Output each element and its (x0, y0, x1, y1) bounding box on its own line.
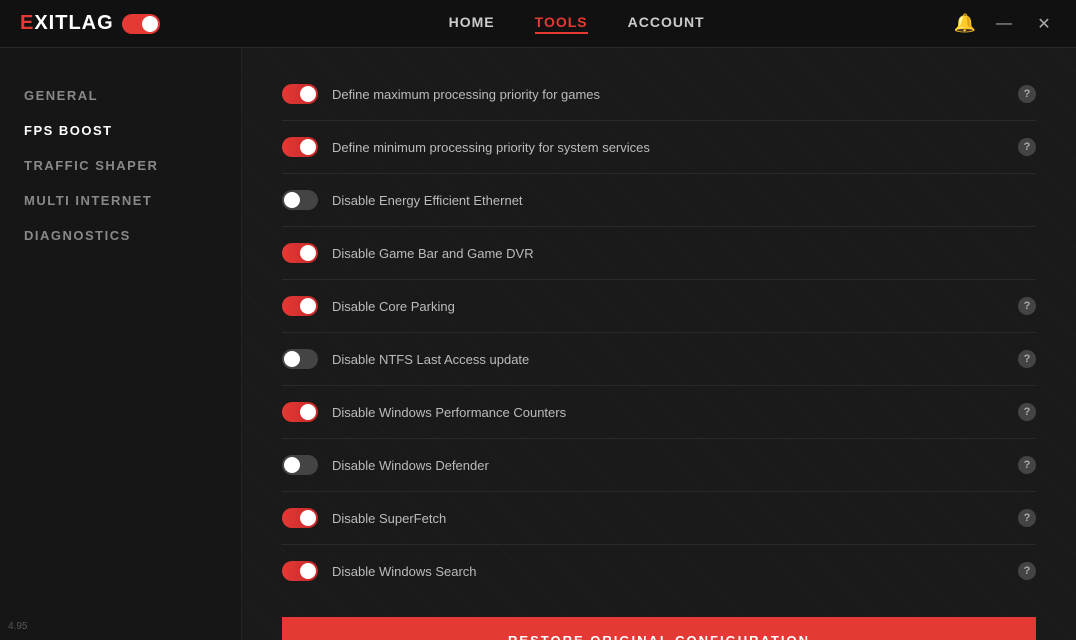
help-icon-6[interactable]: ? (1018, 403, 1036, 421)
sidebar-item-diagnostics[interactable]: DIAGNOSTICS (20, 218, 221, 253)
main-layout: GENERAL FPS BOOST TRAFFIC SHAPER MULTI I… (0, 48, 1076, 640)
toggle-superfetch[interactable] (282, 508, 318, 528)
logo-text: EXITLAG (20, 12, 114, 35)
toggle-windows-search[interactable] (282, 561, 318, 581)
setting-label-0: Define maximum processing priority for g… (332, 87, 1004, 102)
main-nav: HOME TOOLS ACCOUNT (200, 14, 954, 34)
logo-e-letter: E (20, 12, 34, 34)
titlebar-actions: 🔔 — ✕ (954, 12, 1056, 36)
toggle-perf-counters[interactable] (282, 402, 318, 422)
logo: EXITLAG (20, 12, 160, 35)
settings-list: Define maximum processing priority for g… (282, 68, 1036, 597)
setting-row-4: Disable Core Parking ? (282, 280, 1036, 333)
sidebar-item-fps-boost[interactable]: FPS BOOST (20, 113, 221, 148)
setting-row-5: Disable NTFS Last Access update ? (282, 333, 1036, 386)
setting-row-3: Disable Game Bar and Game DVR (282, 227, 1036, 280)
nav-tools[interactable]: TOOLS (535, 14, 588, 34)
setting-label-5: Disable NTFS Last Access update (332, 352, 1004, 367)
restore-original-button[interactable]: RESTORE ORIGINAL CONFIGURATION (282, 617, 1036, 640)
setting-label-1: Define minimum processing priority for s… (332, 140, 1004, 155)
nav-account[interactable]: ACCOUNT (628, 14, 705, 34)
setting-label-3: Disable Game Bar and Game DVR (332, 246, 1036, 261)
toggle-defender[interactable] (282, 455, 318, 475)
help-icon-7[interactable]: ? (1018, 456, 1036, 474)
toggle-core-parking[interactable] (282, 296, 318, 316)
setting-row-0: Define maximum processing priority for g… (282, 68, 1036, 121)
version-label: 4.95 (8, 621, 27, 632)
help-icon-8[interactable]: ? (1018, 509, 1036, 527)
minimize-button[interactable]: — (992, 12, 1016, 36)
toggle-min-priority[interactable] (282, 137, 318, 157)
power-toggle[interactable] (122, 14, 160, 34)
toggle-ntfs[interactable] (282, 349, 318, 369)
close-button[interactable]: ✕ (1032, 12, 1056, 36)
setting-row-9: Disable Windows Search ? (282, 545, 1036, 597)
setting-row-2: Disable Energy Efficient Ethernet (282, 174, 1036, 227)
sidebar-item-traffic-shaper[interactable]: TRAFFIC SHAPER (20, 148, 221, 183)
help-icon-1[interactable]: ? (1018, 138, 1036, 156)
titlebar: EXITLAG HOME TOOLS ACCOUNT 🔔 — ✕ (0, 0, 1076, 48)
sidebar: GENERAL FPS BOOST TRAFFIC SHAPER MULTI I… (0, 48, 242, 640)
setting-row-8: Disable SuperFetch ? (282, 492, 1036, 545)
setting-label-2: Disable Energy Efficient Ethernet (332, 193, 1036, 208)
content-area: Define maximum processing priority for g… (242, 48, 1076, 640)
toggle-energy-ethernet[interactable] (282, 190, 318, 210)
setting-label-7: Disable Windows Defender (332, 458, 1004, 473)
setting-label-8: Disable SuperFetch (332, 511, 1004, 526)
notifications-icon[interactable]: 🔔 (954, 13, 976, 34)
help-icon-0[interactable]: ? (1018, 85, 1036, 103)
setting-label-9: Disable Windows Search (332, 564, 1004, 579)
setting-label-6: Disable Windows Performance Counters (332, 405, 1004, 420)
help-icon-4[interactable]: ? (1018, 297, 1036, 315)
sidebar-item-multi-internet[interactable]: MULTI INTERNET (20, 183, 221, 218)
setting-row-1: Define minimum processing priority for s… (282, 121, 1036, 174)
setting-row-7: Disable Windows Defender ? (282, 439, 1036, 492)
setting-row-6: Disable Windows Performance Counters ? (282, 386, 1036, 439)
nav-home[interactable]: HOME (449, 14, 495, 34)
help-icon-5[interactable]: ? (1018, 350, 1036, 368)
sidebar-item-general[interactable]: GENERAL (20, 78, 221, 113)
toggle-max-priority[interactable] (282, 84, 318, 104)
setting-label-4: Disable Core Parking (332, 299, 1004, 314)
toggle-game-bar[interactable] (282, 243, 318, 263)
help-icon-9[interactable]: ? (1018, 562, 1036, 580)
